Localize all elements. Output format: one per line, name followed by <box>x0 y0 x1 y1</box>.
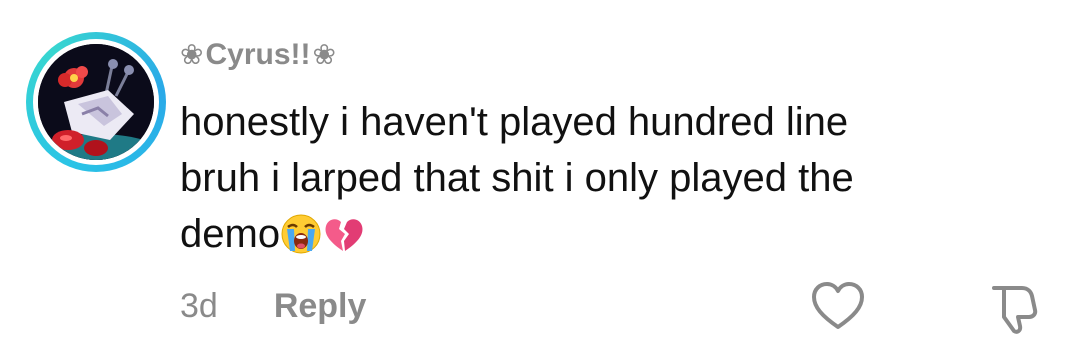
comment-line-last: demo <box>180 206 1040 262</box>
comment-line: honestly i haven't played hundred line <box>180 100 849 144</box>
comment-line-text: demo <box>180 212 281 256</box>
flower-decoration-icon: ❀ <box>180 39 204 70</box>
avatar[interactable] <box>38 44 154 160</box>
loudly-crying-face-icon <box>281 214 321 254</box>
avatar-image <box>38 44 154 160</box>
flower-decoration-icon: ❀ <box>312 39 336 70</box>
thumbs-down-outline-icon <box>992 286 1038 334</box>
comment-meta: 3d Reply <box>180 284 366 328</box>
comment-text: honestly i haven't played hundred line b… <box>180 94 1040 262</box>
comment-timestamp: 3d <box>180 286 218 325</box>
username-text: Cyrus!! <box>205 38 311 71</box>
comment-line: bruh i larped that shit i only played th… <box>180 156 854 200</box>
broken-heart-icon <box>325 219 363 251</box>
dislike-button[interactable] <box>984 280 1040 336</box>
reply-button[interactable]: Reply <box>274 287 367 326</box>
like-button[interactable] <box>810 280 866 332</box>
comment-username[interactable]: ❀ Cyrus!! ❀ <box>180 38 336 72</box>
heart-outline-icon <box>812 282 864 329</box>
avatar-ring[interactable] <box>26 32 166 172</box>
